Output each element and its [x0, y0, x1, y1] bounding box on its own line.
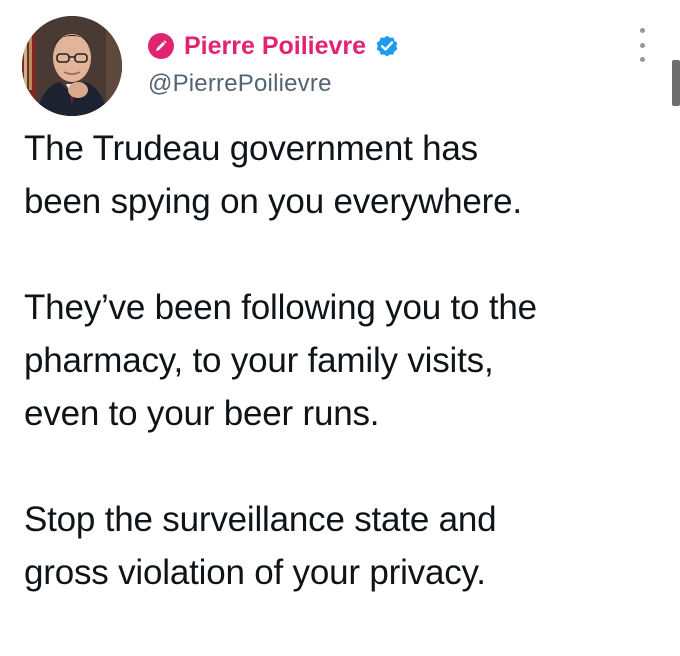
profile-photo: [22, 16, 122, 116]
tweet-paragraph: Stop the surveillance state and gross vi…: [24, 500, 497, 592]
pencil-badge-icon: [148, 33, 174, 59]
more-options-dot: [639, 42, 645, 48]
scrollbar[interactable]: [672, 60, 680, 106]
verified-badge-icon: [374, 33, 400, 59]
more-options-dot: [639, 57, 645, 62]
tweet-header: Pierre Poilievre @PierrePoilievre: [148, 26, 400, 106]
tweet-card: Pierre Poilievre @PierrePoilievre The Tr…: [0, 0, 680, 656]
author-display-name[interactable]: Pierre Poilievre: [184, 32, 366, 61]
more-options-icon[interactable]: [630, 28, 654, 62]
author-handle[interactable]: @PierrePoilievre: [148, 70, 400, 98]
name-row: Pierre Poilievre: [148, 26, 400, 66]
tweet-body: The Trudeau government has been spying o…: [24, 122, 664, 599]
more-options-dot: [639, 28, 645, 33]
tweet-paragraph: They’ve been following you to the pharma…: [24, 288, 537, 433]
avatar[interactable]: [22, 16, 122, 116]
tweet-paragraph: The Trudeau government has been spying o…: [24, 129, 522, 221]
